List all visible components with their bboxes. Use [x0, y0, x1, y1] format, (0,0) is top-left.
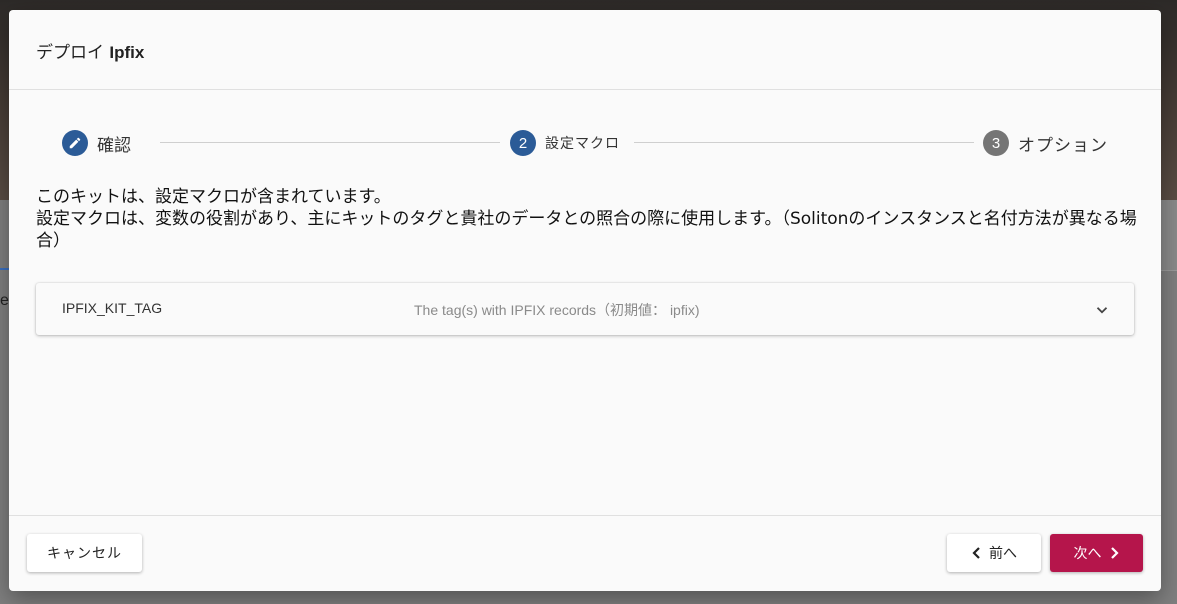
stepper: 確認 2 設定マクロ 3 オプション — [9, 120, 1161, 164]
background-app-tab-indicator — [0, 268, 9, 270]
step-confirm[interactable]: 確認 — [62, 130, 131, 156]
background-app-panel — [1160, 200, 1177, 271]
step-number-badge: 2 — [510, 130, 536, 156]
previous-button-label: 前へ — [989, 546, 1017, 562]
step-options-label: オプション — [1018, 135, 1108, 156]
deploy-dialog: デプロイ Ipfix 確認 2 設定マクロ 3 オプション このキットは、設定マ… — [9, 10, 1161, 591]
pencil-icon — [62, 130, 88, 156]
step-confirm-label: 確認 — [97, 135, 131, 156]
next-button-label: 次へ — [1073, 546, 1102, 562]
chevron-down-icon[interactable] — [1093, 301, 1111, 319]
background-app-text: e — [0, 292, 9, 309]
description-line: このキットは、設定マクロが含まれています。 — [36, 187, 391, 207]
dialog-header: デプロイ Ipfix — [9, 10, 1161, 90]
step-config-macros-label: 設定マクロ — [545, 136, 620, 152]
dialog-title-prefix: デプロイ — [36, 43, 104, 63]
next-button[interactable]: 次へ — [1050, 534, 1143, 572]
previous-button[interactable]: 前へ — [947, 534, 1041, 572]
step-connector — [634, 142, 974, 143]
step-config-macros[interactable]: 2 設定マクロ — [510, 130, 620, 156]
dialog-title-app: Ipfix — [109, 43, 145, 62]
macro-name: IPFIX_KIT_TAG — [62, 300, 163, 316]
dialog-footer: キャンセル 前へ 次へ — [9, 515, 1161, 591]
dialog-title: デプロイ Ipfix — [36, 38, 144, 63]
cancel-button-label: キャンセル — [47, 546, 122, 562]
step-number-badge: 3 — [983, 130, 1009, 156]
step-connector — [160, 142, 500, 143]
chevron-right-icon — [1110, 547, 1119, 559]
macro-row[interactable]: IPFIX_KIT_TAG The tag(s) with IPFIX reco… — [36, 283, 1134, 335]
macro-description-text: The tag(s) with IPFIX records（初期値： ipfix… — [414, 302, 700, 318]
chevron-left-icon — [972, 547, 980, 559]
step-options[interactable]: 3 オプション — [983, 130, 1108, 156]
cancel-button[interactable]: キャンセル — [27, 534, 142, 572]
macro-description: このキットは、設定マクロが含まれています。 設定マクロは、変数の役割があり、主に… — [36, 186, 1146, 252]
description-line: 設定マクロは、変数の役割があり、主にキットのタグと貴社のデータとの照合の際に使用… — [36, 209, 1137, 251]
